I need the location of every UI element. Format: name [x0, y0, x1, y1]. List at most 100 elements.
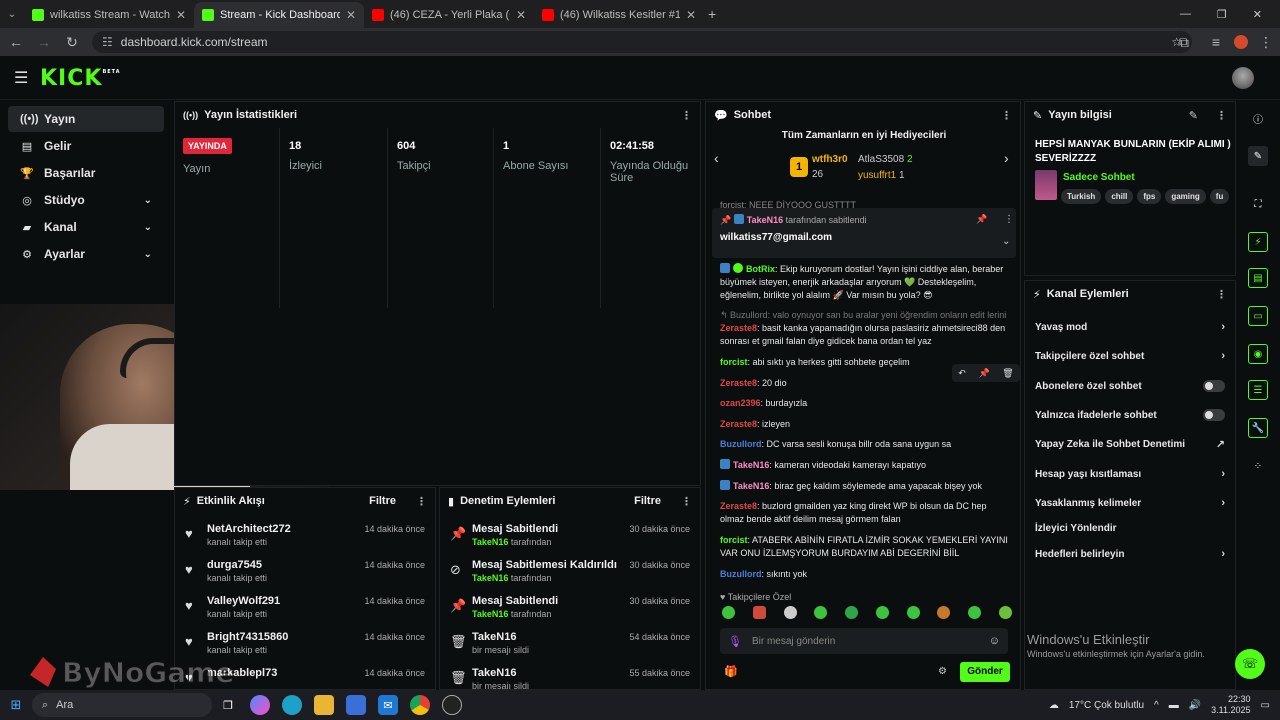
more-options-icon[interactable]: ⋮ [1216, 288, 1227, 301]
weather-text[interactable]: 17°C Çok bulutlu [1069, 700, 1144, 711]
action-ai-moderation[interactable]: Yapay Zeka ile Sohbet Denetimi ↗ [1035, 433, 1225, 455]
hamburger-menu-icon[interactable]: ☰ [14, 68, 28, 88]
network-icon[interactable]: ▬ [1169, 700, 1179, 711]
notification-icon[interactable]: ▭ [1261, 700, 1270, 711]
forward-icon[interactable]: → [36, 34, 52, 50]
pinned-message[interactable]: 📌 TakeN16 tarafından sabitlendi wilkatis… [712, 208, 1016, 258]
close-icon[interactable]: ✕ [346, 8, 356, 22]
new-tab-icon[interactable]: + [708, 6, 716, 22]
help-chat-button[interactable]: ☏ [1235, 649, 1265, 679]
edit-icon[interactable]: ✎ [1189, 109, 1198, 122]
action-subscriber-chat[interactable]: Abonelere özel sohbet [1035, 375, 1225, 397]
action-follower-chat[interactable]: Takipçilere özel sohbet › [1035, 345, 1225, 367]
browser-menu-icon[interactable]: ⋮ [1258, 34, 1274, 51]
reply-icon[interactable]: ↶ [958, 368, 966, 379]
media-icon[interactable]: ≡ [1208, 34, 1224, 50]
trash-icon[interactable]: 🗑 [1002, 368, 1013, 379]
emote-icon[interactable] [845, 606, 859, 619]
send-button[interactable]: Gönder [960, 662, 1010, 682]
close-icon[interactable]: ✕ [516, 8, 526, 22]
extensions-icon[interactable]: ⧉ [1176, 34, 1192, 51]
emote-icon[interactable] [937, 606, 951, 619]
mail-icon[interactable]: ✉ [378, 695, 398, 715]
obs-icon[interactable] [442, 695, 462, 715]
wrench-icon[interactable]: 🔧 [1248, 418, 1268, 438]
subscriber-chat-toggle[interactable] [1203, 380, 1225, 392]
document-icon[interactable]: ▤ [1248, 268, 1268, 288]
emote-icon[interactable] [752, 606, 766, 619]
chevron-right-icon[interactable]: › [1004, 150, 1009, 166]
info-icon[interactable]: ⓘ [1248, 108, 1268, 128]
more-options-icon[interactable]: ⋮ [416, 495, 427, 508]
user-avatar[interactable] [1232, 67, 1254, 89]
sidebar-item-ayarlar[interactable]: ⚙ Ayarlar ⌄ [8, 241, 164, 267]
browser-tab[interactable]: (46) Wilkatiss Kesitler #1 - YouT✕ [534, 2, 704, 28]
emote-only-toggle[interactable] [1203, 409, 1225, 421]
sidebar-item-basarilar[interactable]: 🏆 Başarılar [8, 160, 164, 186]
reload-icon[interactable]: ↻ [64, 34, 80, 51]
more-options-icon[interactable]: ⋮ [681, 109, 692, 122]
chat-icon[interactable]: ▭ [1248, 306, 1268, 326]
profile-avatar[interactable] [1234, 35, 1248, 49]
expand-icon[interactable]: ⛶ [1248, 194, 1268, 214]
copilot-icon[interactable] [250, 695, 270, 715]
action-emote-only[interactable]: Yalnızca ifadelerle sohbet [1035, 404, 1225, 426]
edge-icon[interactable] [282, 695, 302, 715]
sidebar-item-kanal[interactable]: ▰ Kanal ⌄ [8, 214, 164, 240]
windows-start-icon[interactable]: ⊞ [6, 695, 26, 715]
url-bar[interactable]: ☷ dashboard.kick.com/stream ☆ [92, 31, 1192, 53]
chat-input[interactable]: 🎙 Bir mesaj gönderin ☺ [720, 628, 1008, 654]
microphone-icon[interactable]: 🎙 [728, 635, 742, 648]
chevron-left-icon[interactable]: ‹ [714, 150, 719, 166]
list-icon[interactable]: ☰ [1248, 380, 1268, 400]
more-options-icon[interactable]: ⋮ [1216, 109, 1227, 122]
clock[interactable]: 22:30 3.11.2025 [1211, 694, 1250, 716]
emote-icon[interactable] [814, 606, 828, 619]
file-explorer-icon[interactable] [314, 695, 334, 715]
tag-chip[interactable]: Turkish [1061, 189, 1102, 204]
close-icon[interactable]: ✕ [176, 8, 186, 22]
tab-search-icon[interactable]: ⌄ [0, 9, 24, 20]
tag-chip[interactable]: chill [1105, 189, 1134, 204]
tag-chip[interactable]: gaming [1165, 189, 1206, 204]
browser-tab[interactable]: wilkatiss Stream - Watch Live o✕ [24, 2, 194, 28]
browser-tab-active[interactable]: Stream - Kick Dashboard ✕ [194, 2, 364, 28]
taskbar-search[interactable]: ⌕ Ara [32, 693, 212, 717]
edit-icon[interactable]: ✎ [1248, 146, 1268, 166]
minimize-icon[interactable]: — [1180, 8, 1191, 21]
chevron-down-icon[interactable]: ⌄ [1002, 236, 1010, 247]
sidebar-item-gelir[interactable]: ▤ Gelir [8, 133, 164, 159]
sidebar-item-yayin[interactable]: ((•)) Yayın [8, 106, 164, 132]
action-account-age[interactable]: Hesap yaşı kısıtlaması › [1035, 463, 1225, 485]
browser-tab[interactable]: (46) CEZA - Yerli Plaka (Official✕ [364, 2, 534, 28]
gift-icon[interactable]: 🎁 [724, 665, 738, 678]
sidebar-item-studyo[interactable]: ◎ Stüdyo ⌄ [8, 187, 164, 213]
pin-icon[interactable]: 📌 [976, 214, 987, 225]
close-icon[interactable]: ✕ [686, 8, 696, 22]
category-link[interactable]: Sadece Sohbet [1063, 172, 1135, 183]
emote-icon[interactable] [875, 606, 889, 619]
emote-icon[interactable] [722, 606, 735, 619]
action-goals[interactable]: Hedefleri belirleyin › [1035, 543, 1225, 565]
maximize-icon[interactable]: ❐ [1217, 8, 1227, 21]
filter-button[interactable]: Filtre [634, 495, 661, 507]
more-options-icon[interactable]: ⋮ [681, 495, 692, 508]
emoji-icon[interactable]: ☺ [989, 635, 1000, 647]
filter-button[interactable]: Filtre [369, 495, 396, 507]
more-options-icon[interactable]: ⋮ [1001, 109, 1012, 122]
volume-icon[interactable]: 🔊 [1189, 700, 1201, 711]
more-options-icon[interactable]: ⋮ [1004, 214, 1014, 225]
window-close-icon[interactable]: ✕ [1253, 8, 1262, 21]
back-icon[interactable]: ← [8, 34, 24, 50]
task-view-icon[interactable]: ❐ [218, 695, 238, 715]
gear-icon[interactable]: ⚙ [938, 666, 947, 677]
action-host[interactable]: İzleyici Yönlendir [1035, 517, 1225, 539]
lightning-icon[interactable]: ⚡ [1248, 232, 1268, 252]
kick-logo[interactable]: KICKBETA [40, 66, 121, 91]
tray-chevron-icon[interactable]: ^ [1154, 700, 1159, 711]
emote-icon[interactable] [783, 606, 797, 619]
action-slow-mode[interactable]: Yavaş mod › [1035, 316, 1225, 338]
emote-icon[interactable] [906, 606, 920, 619]
tag-chip[interactable]: fu [1209, 189, 1230, 204]
grid-icon[interactable]: ⁘ [1248, 456, 1268, 476]
